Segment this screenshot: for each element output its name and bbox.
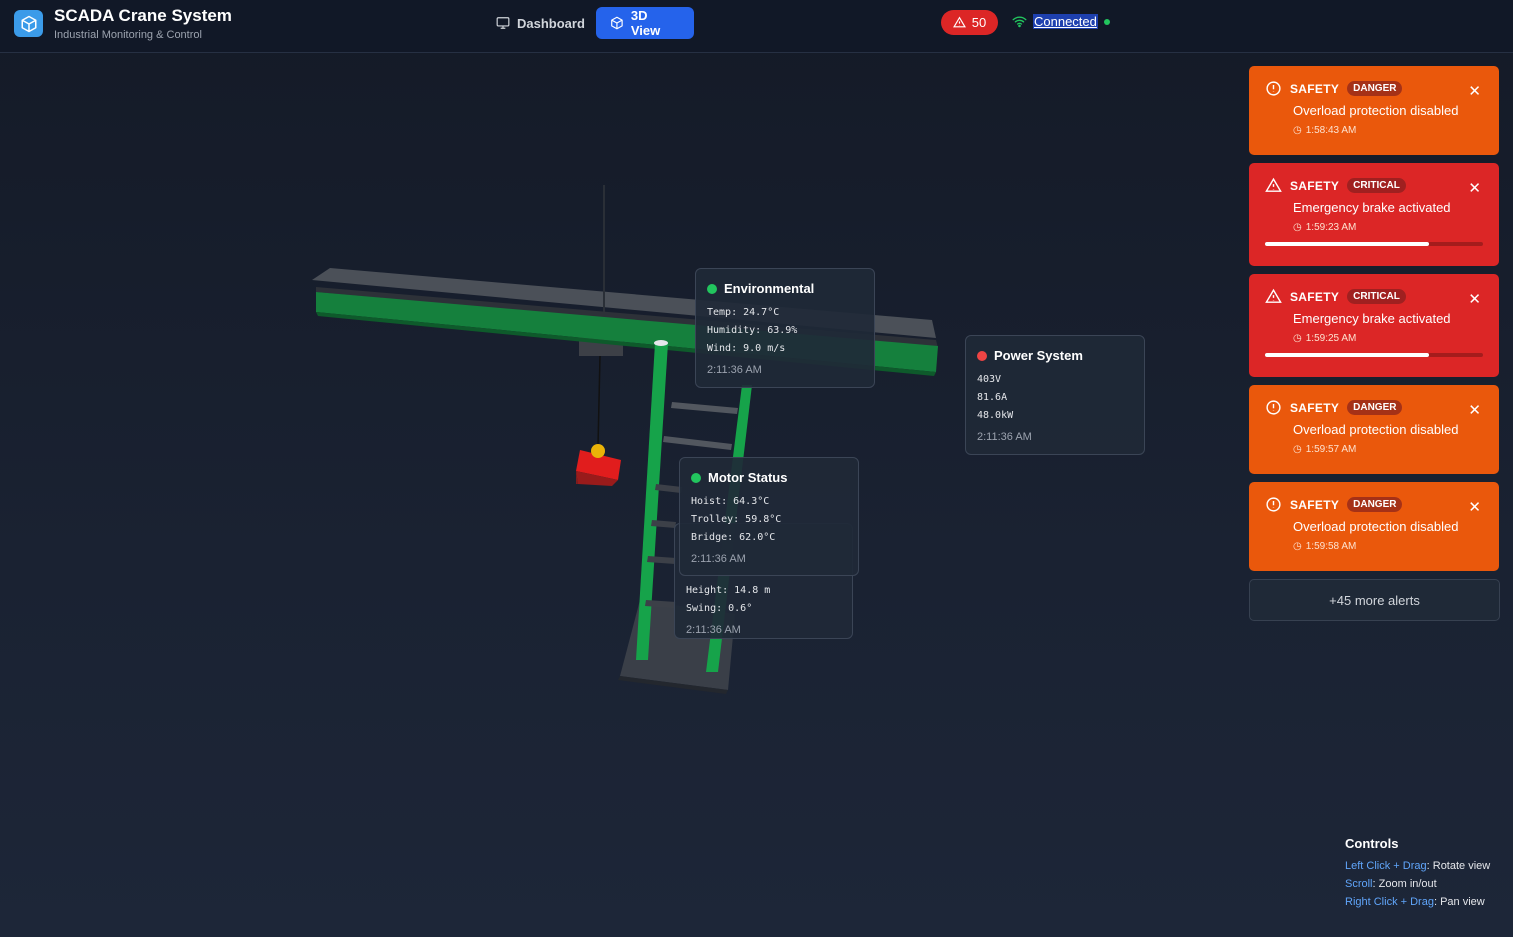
environmental-card[interactable]: Environmental Temp: 24.7°C Humidity: 63.… (695, 268, 875, 388)
trolley-temp: Trolley: 59.8°C (691, 514, 782, 525)
power-value: 48.0kW (977, 410, 1014, 421)
voltage-value: 403V (977, 374, 1002, 385)
alert-card[interactable]: SAFETY CRITICAL ✕ Emergency brake activa… (1249, 274, 1499, 377)
status-indicator (707, 283, 717, 294)
clock-icon: ◷ (1293, 333, 1302, 344)
severity-badge: CRITICAL (1347, 178, 1406, 193)
humidity-value: Humidity: 63.9% (707, 325, 798, 336)
alert-message: Emergency brake activated (1293, 311, 1451, 326)
cube-icon (611, 16, 623, 30)
card-title: Power System (994, 348, 1083, 363)
alert-time: 1:59:58 AM (1305, 541, 1357, 552)
card-title: Motor Status (708, 470, 788, 485)
alert-message: Emergency brake activated (1293, 200, 1451, 215)
close-icon[interactable]: ✕ (1468, 82, 1481, 100)
current-value: 81.6A (977, 392, 1008, 403)
alert-card[interactable]: SAFETY DANGER ✕ Overload protection disa… (1249, 482, 1499, 571)
severity-badge: DANGER (1347, 81, 1403, 96)
status-indicator (691, 472, 701, 483)
connection-dot (1103, 18, 1110, 25)
app-subtitle: Industrial Monitoring & Control (54, 29, 202, 41)
connection-label: Connected (1033, 14, 1098, 29)
control-key: Right Click + Drag (1345, 896, 1434, 908)
alert-message: Overload protection disabled (1293, 519, 1459, 534)
cube-icon (14, 10, 43, 37)
alert-card[interactable]: SAFETY DANGER ✕ Overload protection disa… (1249, 385, 1499, 474)
wind-value: Wind: 9.0 m/s (707, 343, 786, 354)
alert-circle-icon (1266, 400, 1281, 415)
height-value: Height: 14.8 m (686, 585, 771, 596)
severity-badge: DANGER (1347, 400, 1403, 415)
controls-title: Controls (1345, 836, 1399, 851)
alert-circle-icon (1266, 81, 1281, 96)
wifi-icon (1012, 16, 1027, 28)
close-icon[interactable]: ✕ (1468, 401, 1481, 419)
clock-icon: ◷ (1293, 222, 1302, 233)
dashboard-tab-label: Dashboard (517, 15, 585, 31)
control-key: Left Click + Drag (1345, 860, 1427, 872)
control-action: Zoom in/out (1378, 878, 1437, 890)
clock-icon: ◷ (1293, 444, 1302, 455)
close-icon[interactable]: ✕ (1468, 179, 1481, 197)
alert-count-badge[interactable]: 50 (941, 10, 998, 35)
control-key: Scroll (1345, 878, 1373, 890)
timestamp: 2:11:36 AM (686, 624, 741, 636)
timestamp: 2:11:36 AM (707, 364, 762, 376)
more-alerts-button[interactable]: +45 more alerts (1249, 579, 1500, 621)
warning-icon (1265, 288, 1282, 303)
timestamp: 2:11:36 AM (691, 553, 746, 565)
alert-time: 1:59:25 AM (1305, 333, 1357, 344)
alert-circle-icon (1266, 497, 1281, 512)
app-header: SCADA Crane System Industrial Monitoring… (0, 0, 1513, 53)
control-action: Rotate view (1432, 860, 1491, 872)
bridge-temp: Bridge: 62.0°C (691, 532, 776, 543)
temperature-value: Temp: 24.7°C (707, 307, 780, 318)
hoist-temp: Hoist: 64.3°C (691, 496, 770, 507)
alert-progress-bar (1265, 353, 1483, 357)
power-system-card[interactable]: Power System 403V 81.6A 48.0kW 2:11:36 A… (965, 335, 1145, 455)
clock-icon: ◷ (1293, 125, 1302, 136)
monitor-icon (496, 17, 510, 29)
severity-badge: DANGER (1347, 497, 1403, 512)
alert-category: SAFETY (1290, 81, 1340, 96)
3d-view-tab[interactable]: 3D View (596, 7, 694, 39)
alert-time: 1:58:43 AM (1305, 125, 1357, 136)
alert-count: 50 (971, 15, 987, 30)
alert-time: 1:59:23 AM (1305, 222, 1357, 233)
alert-category: SAFETY (1290, 497, 1340, 512)
connection-status: Connected (1012, 14, 1110, 29)
alert-category: SAFETY (1290, 289, 1340, 304)
alert-message: Overload protection disabled (1293, 103, 1459, 118)
clock-icon: ◷ (1293, 541, 1302, 552)
alert-time: 1:59:57 AM (1305, 444, 1357, 455)
warning-icon (952, 16, 966, 28)
alert-card[interactable]: SAFETY DANGER ✕ Overload protection disa… (1249, 66, 1499, 155)
timestamp: 2:11:36 AM (977, 431, 1032, 443)
motor-status-card[interactable]: Motor Status Hoist: 64.3°C Trolley: 59.8… (679, 457, 859, 576)
severity-badge: CRITICAL (1347, 289, 1406, 304)
dashboard-tab[interactable]: Dashboard (482, 7, 599, 39)
controls-legend: Controls Left Click + Drag: Rotate view … (1345, 836, 1491, 908)
card-title: Environmental (724, 281, 815, 296)
alert-card[interactable]: SAFETY CRITICAL ✕ Emergency brake activa… (1249, 163, 1499, 266)
status-indicator (977, 350, 987, 361)
close-icon[interactable]: ✕ (1468, 290, 1481, 308)
alert-progress-bar (1265, 242, 1483, 246)
3d-view-tab-label: 3D View (630, 8, 661, 38)
control-action: Pan view (1440, 896, 1485, 908)
close-icon[interactable]: ✕ (1468, 498, 1481, 516)
alert-message: Overload protection disabled (1293, 422, 1459, 437)
alert-category: SAFETY (1290, 400, 1340, 415)
alert-category: SAFETY (1290, 178, 1340, 193)
swing-value: Swing: 0.6° (686, 603, 753, 614)
warning-icon (1265, 177, 1282, 192)
app-title: SCADA Crane System (54, 6, 232, 25)
